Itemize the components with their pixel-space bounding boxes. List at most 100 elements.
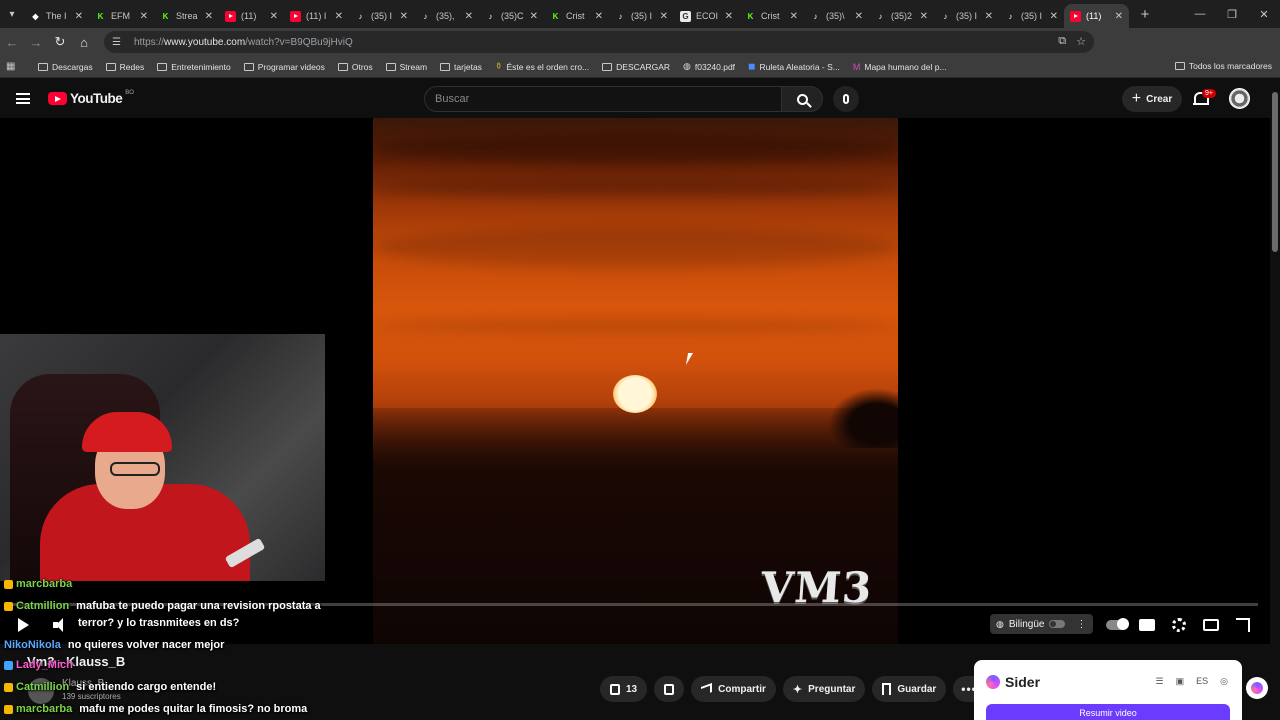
browser-tab[interactable]: (11) ✕ [1064,4,1129,28]
close-tab-icon[interactable]: ✕ [75,11,83,22]
close-tab-icon[interactable]: ✕ [660,11,668,22]
browser-tab[interactable]: ♪ (35) I ✕ [934,4,999,28]
menu-icon[interactable] [16,93,30,104]
dislike-button[interactable] [654,676,685,702]
image-icon[interactable]: ▣ [1176,676,1185,687]
autoplay-toggle[interactable] [1105,616,1129,634]
bookmark-item[interactable]: DESCARGAR [602,61,670,72]
bookmark-item[interactable]: Redes [105,61,144,72]
tiktok-icon: ♪ [878,11,883,21]
bookmark-item[interactable]: Descargas [38,61,93,72]
install-app-icon[interactable]: ⧉ [1058,35,1066,48]
close-tab-icon[interactable]: ✕ [790,11,798,22]
bookmark-item[interactable]: Stream [385,61,427,72]
browser-tab[interactable]: ♪ (35), ✕ [414,4,479,28]
browser-tab[interactable]: ♪ (35)2 ✕ [869,4,934,28]
language-button[interactable]: ES [1196,676,1208,687]
bookmark-item[interactable]: ◼ Ruleta Aleatoria - S... [748,61,840,72]
close-tab-icon[interactable]: ✕ [920,11,928,22]
mute-button[interactable] [46,616,64,634]
video-player[interactable]: VM3 ◍ Bilingüe ⋮ [0,118,1270,644]
play-button[interactable] [14,616,32,634]
list-icon[interactable]: ☰ [1156,676,1164,687]
minimize-icon[interactable]: — [1184,0,1216,28]
search-button[interactable] [781,86,823,112]
forward-icon[interactable]: → [24,28,48,56]
browser-tab[interactable]: ◆ The I ✕ [24,4,89,28]
ask-button[interactable]: ✦ Preguntar [782,676,866,702]
tab-search-icon[interactable]: ▾ [0,0,24,28]
reload-icon[interactable]: ↻ [48,28,72,56]
close-tab-icon[interactable]: ✕ [400,11,408,22]
browser-tab[interactable]: ♪ (35)\ ✕ [804,4,869,28]
browser-tab[interactable]: ♪ (35)C ✕ [479,4,544,28]
bookmark-item[interactable]: M Mapa humano del p... [853,61,947,72]
summarize-video-button[interactable]: Resumir video [986,704,1230,720]
save-button[interactable]: Guardar [872,676,947,702]
close-tab-icon[interactable]: ✕ [270,11,278,22]
browser-tab[interactable]: K EFM ✕ [89,4,154,28]
glasses [110,462,160,476]
browser-tab[interactable]: G ECOI ✕ [674,4,739,28]
close-tab-icon[interactable]: ✕ [855,11,863,22]
home-icon[interactable]: ⌂ [72,28,96,56]
voice-search-button[interactable] [833,86,859,112]
cloud-band [373,133,898,163]
close-tab-icon[interactable]: ✕ [725,11,733,22]
page-scrollbar[interactable] [1270,80,1280,720]
browser-tab[interactable]: K Crist ✕ [739,4,804,28]
close-tab-icon[interactable]: ✕ [1115,11,1123,22]
sider-floating-icon[interactable] [1246,677,1268,699]
like-button[interactable]: 13 [600,676,648,702]
back-icon[interactable]: ← [0,28,24,56]
theater-mode-button[interactable] [1202,616,1220,634]
close-tab-icon[interactable]: ✕ [140,11,148,22]
close-tab-icon[interactable]: ✕ [530,11,538,22]
bookmark-item[interactable]: tarjetas [440,61,482,72]
bookmark-star-icon[interactable]: ☆ [1076,35,1086,48]
share-label: Compartir [718,683,766,695]
close-tab-icon[interactable]: ✕ [335,11,343,22]
browser-tab[interactable]: K Strea ✕ [154,4,219,28]
more-options-icon[interactable]: ⋮ [1076,619,1086,630]
bookmark-item[interactable]: Otros [337,61,373,72]
browser-tab[interactable]: K Crist ✕ [544,4,609,28]
close-tab-icon[interactable]: ✕ [1050,11,1058,22]
toggle-switch[interactable] [1049,620,1066,628]
close-tab-icon[interactable]: ✕ [465,11,473,22]
youtube-logo[interactable]: YouTube BO [48,90,134,106]
close-window-icon[interactable]: ✕ [1248,0,1280,28]
browser-tab[interactable]: (11) I ✕ [284,4,349,28]
settings-button[interactable] [1170,616,1188,634]
close-tab-icon[interactable]: ✕ [205,11,213,22]
browser-tab[interactable]: ♪ (35) I ✕ [609,4,674,28]
browser-tab[interactable]: ♪ (35) I ✕ [999,4,1064,28]
apps-grid-icon[interactable]: ▦ [6,61,26,72]
close-tab-icon[interactable]: ✕ [985,11,993,22]
site-info-icon[interactable]: ☰ [112,37,128,48]
bookmark-item[interactable]: ◍ f03240.pdf [683,61,735,72]
plus-icon: + [1131,90,1142,107]
address-bar[interactable]: ☰ https://www.youtube.com/watch?v=B9QBu9… [104,31,1094,53]
close-tab-icon[interactable]: ✕ [595,11,603,22]
bookmark-item[interactable]: Programar videos [243,61,325,72]
account-avatar[interactable] [1229,88,1250,109]
scrollbar-thumb[interactable] [1272,92,1278,252]
search-input[interactable]: Buscar [424,86,782,112]
subtitles-button[interactable] [1138,616,1156,634]
bookmark-item[interactable]: Entretenimiento [157,61,231,72]
bookmark-list: Descargas Redes Entretenimiento Programar v… [38,61,960,72]
bilingual-subtitles-toggle[interactable]: ◍ Bilingüe ⋮ [990,614,1093,634]
browser-tab[interactable]: ♪ (35) I ✕ [349,4,414,28]
new-tab-button[interactable]: + [1133,6,1157,23]
share-button[interactable]: Compartir [691,676,776,702]
fullscreen-button[interactable] [1234,616,1252,634]
create-button[interactable]: + Crear [1122,86,1182,112]
bookmark-item[interactable]: ⚱ Éste es el orden cro... [495,61,589,72]
settings-icon[interactable]: ◎ [1220,676,1228,687]
tiktok-icon: ♪ [813,11,818,21]
video-frame[interactable]: VM3 [373,118,898,644]
browser-tab[interactable]: (11) ✕ [219,4,284,28]
restore-icon[interactable]: ❐ [1216,0,1248,28]
all-bookmarks-button[interactable]: Todos los marcadores [1174,61,1272,71]
